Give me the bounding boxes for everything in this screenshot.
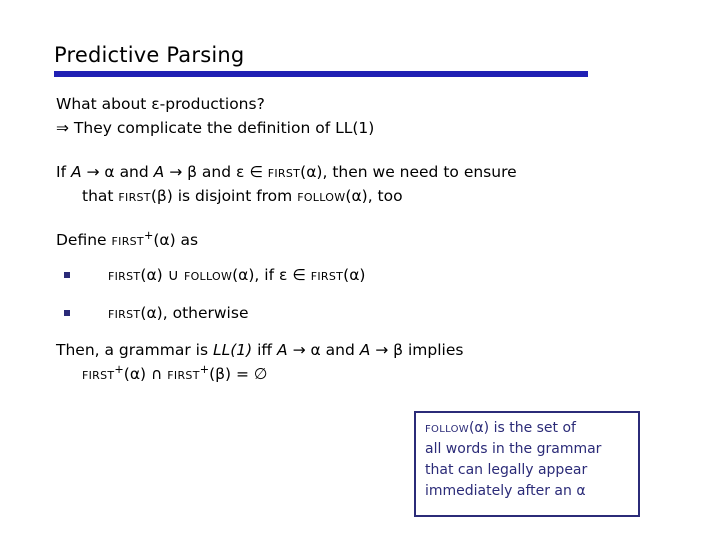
theorem-line-1: Then, a grammar is LL(1) iff A → α and A…	[56, 338, 660, 362]
question-line-2: ⇒ They complicate the definition of LL(1…	[56, 119, 375, 137]
define-line: Define First+(α) as	[56, 228, 656, 252]
callout-line-3: that can legally appear	[425, 462, 588, 478]
condition-text-d: (α), then we need to ensure	[300, 163, 517, 181]
first-function-name: First	[111, 231, 144, 249]
condition-text-c: → β and ε ∈	[164, 163, 268, 181]
slide-canvas: Predictive Parsing What about ε-producti…	[0, 0, 720, 540]
bullet-icon	[64, 310, 70, 316]
bullet2-tail: (α), otherwise	[140, 304, 249, 322]
block-ll1-condition: If A → α and A → β and ε ∈ First(α), the…	[56, 160, 660, 208]
condition2-text-b: (β) is disjoint from	[150, 187, 298, 205]
follow-definition-callout: Follow(α) is the set of all words in the…	[414, 411, 640, 517]
bullet1-tail: (α)	[343, 266, 366, 284]
theorem-text-d: → β implies	[370, 341, 464, 359]
condition-text-b: → α and	[81, 163, 154, 181]
plus-superscript: +	[143, 228, 154, 242]
block-epsilon-question: What about ε-productions? ⇒ They complic…	[56, 92, 656, 140]
callout-line-1-rest: (α) is the set of	[468, 420, 576, 436]
nonterminal-A-1: A	[70, 163, 82, 181]
list-item: First(α) ∪ Follow(α), if ε ∈ First(α)	[56, 260, 656, 298]
callout-line-1: Follow(α) is the set of	[425, 418, 637, 439]
theorem-text-b: iff	[252, 341, 278, 359]
theorem-text-c: → α and	[287, 341, 360, 359]
ll1-label: LL(1)	[212, 341, 253, 359]
nonterminal-A-2: A	[359, 341, 371, 359]
block-define-firstplus: Define First+(α) as	[56, 228, 656, 252]
block-ll1-theorem: Then, a grammar is LL(1) iff A → α and A…	[56, 338, 660, 386]
block-firstplus-cases: First(α) ∪ Follow(α), if ε ∈ First(α) Fi…	[56, 260, 656, 336]
condition-line-2: that First(β) is disjoint from Follow(α)…	[56, 184, 660, 208]
define-prefix: Define	[56, 231, 112, 249]
theorem-line-2: First+(α) ∩ First+(β) = ∅	[56, 362, 660, 386]
nonterminal-A-2: A	[153, 163, 165, 181]
first-function-name: First	[267, 163, 301, 181]
nonterminal-A-1: A	[277, 341, 288, 359]
condition2-text-a: that	[82, 187, 119, 205]
bullet1-mid-1: (α) ∪	[140, 266, 184, 284]
follow-function-name: Follow	[297, 187, 346, 205]
first-function-name: First	[108, 266, 141, 284]
first-function-name: First	[310, 266, 344, 284]
question-line-1: What about ε-productions?	[56, 95, 265, 113]
theorem2-mid: (α) ∩	[123, 365, 168, 383]
theorem2-tail: (β) = ∅	[209, 365, 268, 383]
callout-line-4: immediately after an α	[425, 483, 586, 499]
first-function-name: First	[82, 365, 115, 383]
callout-line-2: all words in the grammar	[425, 441, 602, 457]
first-function-name: First	[118, 187, 151, 205]
title-underline-rule	[54, 71, 588, 77]
follow-function-name: Follow	[183, 266, 233, 284]
follow-function-name: Follow	[425, 420, 469, 436]
callout-text: Follow(α) is the set of all words in the…	[425, 418, 637, 502]
define-suffix: (α) as	[153, 231, 199, 249]
first-function-name: First	[108, 304, 141, 322]
bullet-icon	[64, 272, 70, 278]
theorem-text-a: Then, a grammar is	[56, 341, 213, 359]
condition-line-1: If A → α and A → β and ε ∈ First(α), the…	[56, 160, 660, 184]
condition2-text-c: (α), too	[345, 187, 403, 205]
first-function-name: First	[167, 365, 200, 383]
page-title: Predictive Parsing	[54, 43, 245, 67]
bullet1-mid-2: (α), if ε ∈	[232, 266, 311, 284]
plus-superscript: +	[199, 362, 210, 376]
plus-superscript: +	[114, 362, 124, 376]
list-item: First(α), otherwise	[56, 298, 656, 336]
condition-text-a: If	[56, 163, 71, 181]
